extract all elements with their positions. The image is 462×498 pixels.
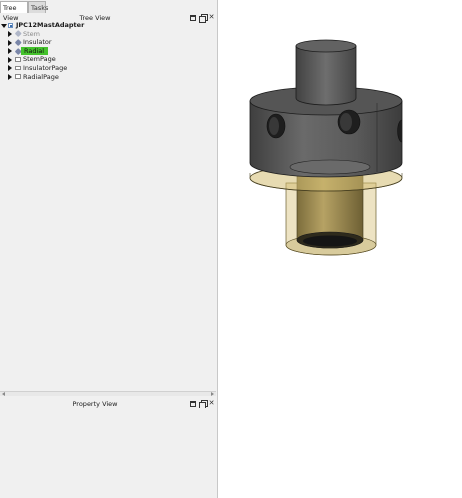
close-icon[interactable]: ✕ <box>208 400 215 407</box>
page-icon <box>15 57 21 62</box>
tree-item-insulatorpage[interactable]: InsulatorPage <box>0 64 216 73</box>
expand-arrow-icon[interactable] <box>8 48 12 55</box>
tree-item-stempage[interactable]: StemPage <box>0 55 216 64</box>
solid-icon <box>14 47 21 55</box>
close-icon[interactable]: ✕ <box>208 14 215 21</box>
collapse-arrow-icon[interactable] <box>1 23 7 28</box>
expand-arrow-icon[interactable] <box>8 56 12 63</box>
tree-item-label: Insulator <box>23 38 52 47</box>
expand-arrow-icon[interactable] <box>8 74 12 81</box>
scroll-right-icon[interactable] <box>211 392 214 396</box>
tree-item-label: InsulatorPage <box>23 63 68 72</box>
restore-panel-icon[interactable] <box>199 400 208 409</box>
tree-item-label: StemPage <box>23 55 56 64</box>
expand-arrow-icon[interactable] <box>8 39 12 46</box>
tree-item-radialpage[interactable]: RadialPage <box>0 73 216 82</box>
stem-collar <box>289 159 371 175</box>
solid-icon <box>14 30 21 37</box>
expand-arrow-icon[interactable] <box>8 31 12 38</box>
sleeve-bore-inner <box>303 235 357 247</box>
3d-model-render[interactable] <box>219 0 462 498</box>
tree-root-label: JPC12MastAdapter <box>16 21 85 29</box>
stem-top-face <box>295 39 357 53</box>
horizontal-scrollbar[interactable] <box>0 391 216 396</box>
solid-icon <box>14 39 21 46</box>
page-icon <box>15 65 21 71</box>
expand-arrow-icon[interactable] <box>8 65 12 72</box>
left-dock-panel: Tree View Tasks Tree View ✕ JPC12MastAda… <box>0 0 218 498</box>
3d-viewport[interactable] <box>219 0 462 498</box>
tree-item-insulator[interactable]: Insulator <box>0 38 216 47</box>
float-panel-icon[interactable] <box>190 401 196 407</box>
tree-root-item[interactable]: JPC12MastAdapter <box>0 21 216 30</box>
page-icon <box>15 74 21 79</box>
property-view[interactable] <box>0 408 216 498</box>
scroll-left-icon[interactable] <box>2 392 5 396</box>
stem-cylinder <box>295 45 357 106</box>
tree-item-radial[interactable]: Radial <box>0 46 216 56</box>
tree-item-label: Radial <box>21 46 48 56</box>
tree-item-label: Stem <box>23 29 41 38</box>
document-icon <box>8 22 13 28</box>
tree-view: JPC12MastAdapter Stem Insulator Radial S… <box>0 21 216 81</box>
tree-item-stem[interactable]: Stem <box>0 30 216 39</box>
tree-item-label: RadialPage <box>23 72 59 81</box>
